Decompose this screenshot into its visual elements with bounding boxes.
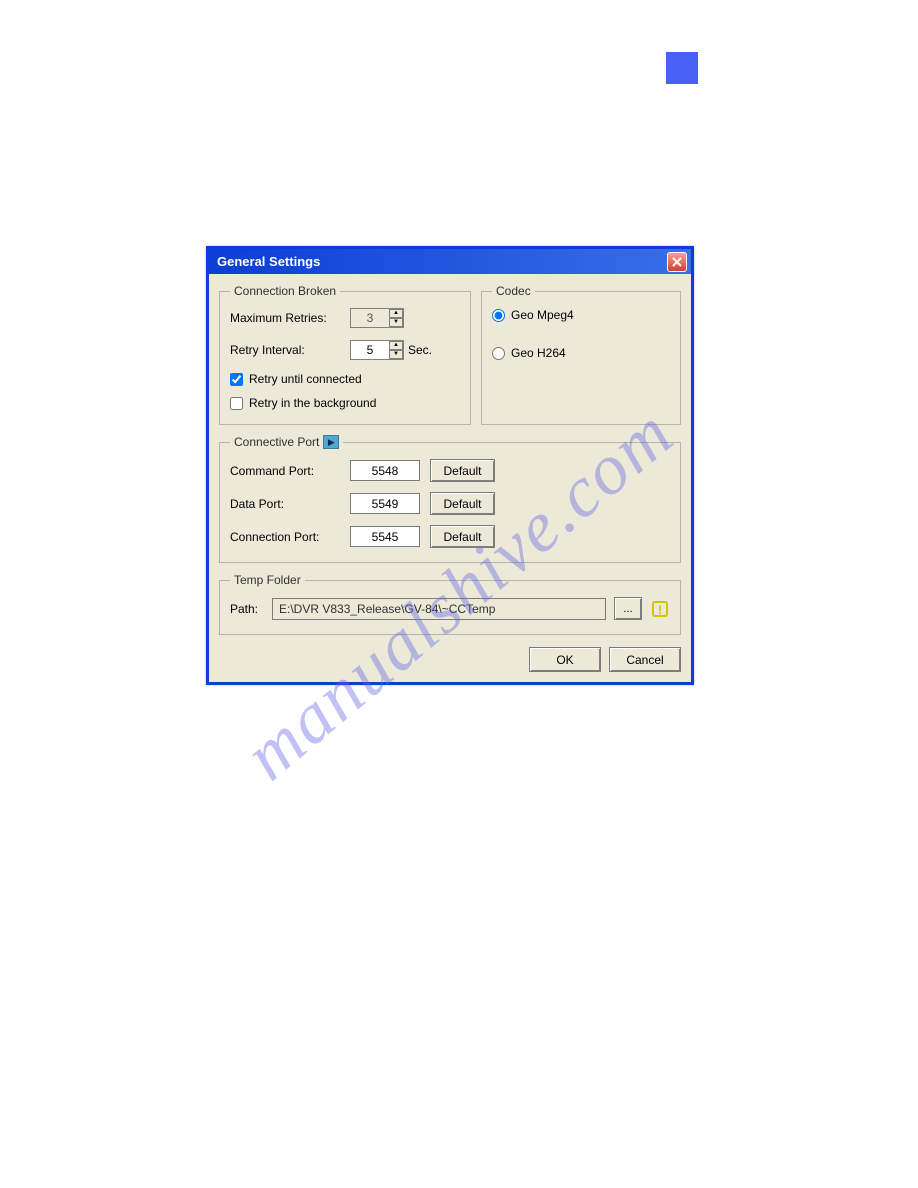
dialog-title: General Settings xyxy=(217,254,320,269)
retry-until-label: Retry until connected xyxy=(249,372,362,386)
retry-interval-input[interactable] xyxy=(351,341,389,359)
command-port-default-button[interactable]: Default xyxy=(430,459,495,482)
codec-h264-radio[interactable] xyxy=(492,347,505,360)
retry-interval-field[interactable]: ▲ ▼ xyxy=(350,340,404,360)
max-retries-field: ▲ ▼ xyxy=(350,308,404,328)
titlebar: General Settings xyxy=(209,249,691,274)
connective-port-group: Connective Port ▶ Command Port: Default … xyxy=(219,435,681,563)
retry-interval-up[interactable]: ▲ xyxy=(389,341,403,350)
warning-icon: ! xyxy=(650,599,670,619)
retry-background-checkbox[interactable] xyxy=(230,397,243,410)
browse-button[interactable]: ... xyxy=(614,597,642,620)
retry-interval-down[interactable]: ▼ xyxy=(389,350,403,359)
decoration-square xyxy=(666,52,698,84)
path-input xyxy=(272,598,606,620)
codec-h264-label: Geo H264 xyxy=(511,346,566,360)
close-icon[interactable] xyxy=(667,252,687,272)
connection-broken-group: Connection Broken Maximum Retries: ▲ ▼ R… xyxy=(219,284,471,425)
connection-port-label: Connection Port: xyxy=(230,530,340,544)
connective-port-legend: Connective Port xyxy=(234,435,319,449)
command-port-label: Command Port: xyxy=(230,464,340,478)
dialog-body: Connection Broken Maximum Retries: ▲ ▼ R… xyxy=(209,274,691,682)
path-label: Path: xyxy=(230,602,264,616)
retry-until-checkbox[interactable] xyxy=(230,373,243,386)
data-port-label: Data Port: xyxy=(230,497,340,511)
codec-mpeg4-radio[interactable] xyxy=(492,309,505,322)
temp-folder-group: Temp Folder Path: ... ! xyxy=(219,573,681,635)
max-retries-input xyxy=(351,309,389,327)
codec-mpeg4-label: Geo Mpeg4 xyxy=(511,308,574,322)
retry-background-label: Retry in the background xyxy=(249,396,376,410)
codec-group: Codec Geo Mpeg4 Geo H264 xyxy=(481,284,681,425)
command-port-input[interactable] xyxy=(350,460,420,481)
retry-interval-label: Retry Interval: xyxy=(230,343,350,357)
max-retries-label: Maximum Retries: xyxy=(230,311,350,325)
connection-port-input[interactable] xyxy=(350,526,420,547)
ok-button[interactable]: OK xyxy=(529,647,601,672)
connection-port-default-button[interactable]: Default xyxy=(430,525,495,548)
data-port-default-button[interactable]: Default xyxy=(430,492,495,515)
sec-label: Sec. xyxy=(408,343,432,357)
general-settings-dialog: General Settings Connection Broken Maxim… xyxy=(206,246,694,685)
temp-folder-legend: Temp Folder xyxy=(230,573,305,587)
cancel-button[interactable]: Cancel xyxy=(609,647,681,672)
max-retries-down: ▼ xyxy=(389,318,403,327)
play-icon[interactable]: ▶ xyxy=(323,435,339,449)
max-retries-up: ▲ xyxy=(389,309,403,318)
data-port-input[interactable] xyxy=(350,493,420,514)
svg-text:!: ! xyxy=(658,603,662,617)
connection-broken-legend: Connection Broken xyxy=(230,284,340,298)
codec-legend: Codec xyxy=(492,284,535,298)
